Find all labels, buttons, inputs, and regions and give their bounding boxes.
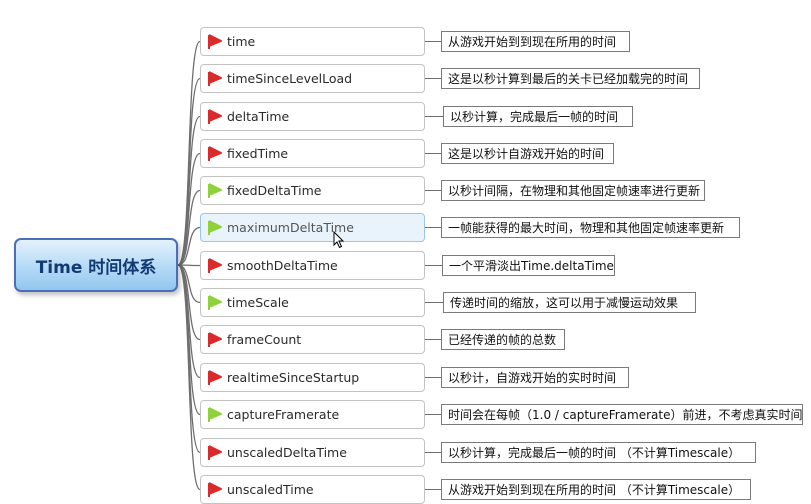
red-flag-icon bbox=[201, 64, 223, 93]
connector-root-unscaledTime bbox=[177, 264, 201, 491]
subtopic-note: 这是以秒计算到最后的关卡已经加载完的时间 bbox=[441, 68, 700, 89]
subtopic-label: timeSinceLevelLoad bbox=[227, 71, 353, 86]
subtopic-note: 这是以秒计自游戏开始的时间 bbox=[441, 143, 614, 164]
subtopic-unscaledTime[interactable]: unscaledTime bbox=[200, 475, 425, 504]
subtopic-label: unscaledTime bbox=[227, 482, 314, 497]
subtopic-note: 传递时间的缩放，这可以用于减慢运动效果 bbox=[443, 292, 696, 313]
connector-root-maximumDeltaTime bbox=[177, 226, 201, 266]
subtopic-note: 从游戏开始到到现在所用的时间 （不计算Timescale） bbox=[441, 479, 751, 500]
subtopic-label: frameCount bbox=[227, 332, 302, 347]
connector-root-captureFramerate bbox=[177, 264, 201, 416]
subtopic-deltaTime[interactable]: deltaTime bbox=[200, 102, 425, 131]
subtopic-fixedDeltaTime[interactable]: fixedDeltaTime bbox=[200, 176, 425, 205]
subtopic-label: smoothDeltaTime bbox=[227, 258, 338, 273]
subtopic-note: 以秒计，自游戏开始的实时时间 bbox=[441, 367, 629, 388]
green-flag-icon bbox=[201, 288, 223, 317]
connector-root-timeScale bbox=[177, 264, 201, 304]
connector-root-frameCount bbox=[177, 264, 201, 341]
root-topic[interactable]: Time 时间体系 bbox=[14, 238, 178, 292]
subtopic-label: time bbox=[227, 34, 256, 49]
connector-root-deltaTime bbox=[177, 115, 201, 266]
subtopic-timeSinceLevelLoad[interactable]: timeSinceLevelLoad bbox=[200, 64, 425, 93]
connector-root-fixedDeltaTime bbox=[177, 189, 201, 266]
green-flag-icon bbox=[201, 400, 223, 429]
subtopic-frameCount[interactable]: frameCount bbox=[200, 325, 425, 354]
subtopic-note: 时间会在每帧（1.0 / captureFramerate）前进，不考虑真实时间 bbox=[441, 404, 803, 425]
green-flag-icon bbox=[201, 213, 223, 242]
subtopic-smoothDeltaTime[interactable]: smoothDeltaTime bbox=[200, 251, 425, 280]
subtopic-unscaledDeltaTime[interactable]: unscaledDeltaTime bbox=[200, 438, 425, 467]
red-flag-icon bbox=[201, 139, 223, 168]
red-flag-icon bbox=[201, 325, 223, 354]
red-flag-icon bbox=[201, 251, 223, 280]
mindmap-canvas: Time 时间体系 time 从游戏开始到到现在所用的时间 timeSinceLev… bbox=[0, 0, 811, 504]
subtopic-note: 以秒计算，完成最后一帧的时间 bbox=[443, 106, 633, 127]
red-flag-icon bbox=[201, 363, 223, 392]
subtopic-fixedTime[interactable]: fixedTime bbox=[200, 139, 425, 168]
subtopic-realtimeSinceStartup[interactable]: realtimeSinceStartup bbox=[200, 363, 425, 392]
subtopic-label: fixedTime bbox=[227, 146, 289, 161]
connector-root-fixedTime bbox=[177, 152, 201, 266]
subtopic-label: unscaledDeltaTime bbox=[227, 445, 347, 460]
subtopic-label: fixedDeltaTime bbox=[227, 183, 322, 198]
red-flag-icon bbox=[201, 102, 223, 131]
subtopic-timeScale[interactable]: timeScale bbox=[200, 288, 425, 317]
connector-root-realtimeSinceStartup bbox=[177, 264, 201, 379]
subtopic-label: realtimeSinceStartup bbox=[227, 370, 360, 385]
subtopic-note: 一帧能获得的最大时间，物理和其他固定帧速率更新 bbox=[441, 217, 740, 238]
connector-root-timeSinceLevelLoad bbox=[177, 77, 201, 266]
subtopic-note: 一个平滑淡出Time.deltaTime bbox=[442, 255, 615, 276]
red-flag-icon bbox=[201, 438, 223, 467]
subtopic-maximumDeltaTime[interactable]: maximumDeltaTime bbox=[200, 213, 425, 242]
subtopic-time[interactable]: time bbox=[200, 27, 425, 56]
connector-root-smoothDeltaTime bbox=[177, 264, 201, 267]
connector-root-unscaledDeltaTime bbox=[177, 264, 201, 454]
subtopic-note: 以秒计算，完成最后一帧的时间 （不计算Timescale） bbox=[441, 442, 756, 463]
mouse-cursor-icon bbox=[333, 231, 345, 249]
subtopic-label: captureFramerate bbox=[227, 407, 340, 422]
red-flag-icon bbox=[201, 27, 223, 56]
subtopic-label: deltaTime bbox=[227, 109, 290, 124]
root-topic-label: Time 时间体系 bbox=[35, 257, 157, 278]
connector-root-time bbox=[177, 40, 201, 266]
green-flag-icon bbox=[201, 176, 223, 205]
red-flag-icon bbox=[201, 475, 223, 504]
subtopic-captureFramerate[interactable]: captureFramerate bbox=[200, 400, 425, 429]
subtopic-note: 从游戏开始到到现在所用的时间 bbox=[441, 31, 630, 52]
subtopic-note: 已经传递的帧的总数 bbox=[441, 329, 565, 350]
subtopic-label: timeScale bbox=[227, 295, 289, 310]
subtopic-note: 以秒计间隔，在物理和其他固定帧速率进行更新 bbox=[441, 180, 705, 201]
